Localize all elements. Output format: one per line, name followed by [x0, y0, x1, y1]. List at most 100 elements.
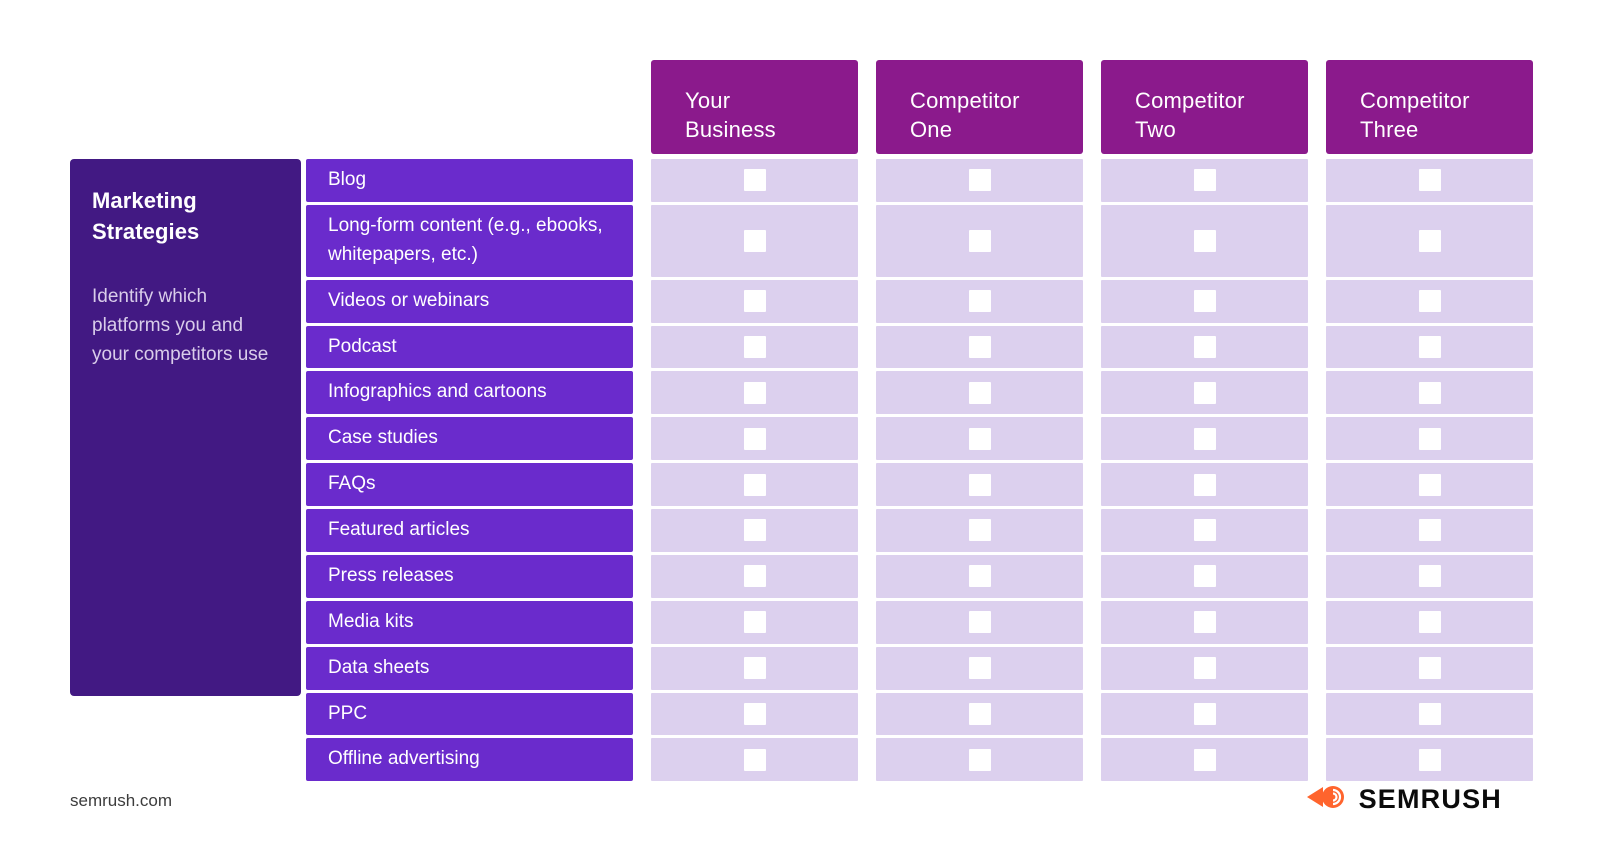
- checkbox-cell[interactable]: [1326, 509, 1533, 552]
- checkbox[interactable]: [1418, 657, 1441, 680]
- checkbox[interactable]: [1193, 657, 1216, 680]
- checkbox-cell[interactable]: [1101, 738, 1308, 782]
- checkbox-cell[interactable]: [651, 646, 858, 690]
- checkbox[interactable]: [743, 229, 766, 252]
- checkbox[interactable]: [1418, 169, 1441, 192]
- checkbox[interactable]: [743, 381, 766, 404]
- checkbox[interactable]: [743, 473, 766, 496]
- checkbox[interactable]: [1418, 748, 1441, 771]
- checkbox[interactable]: [1418, 565, 1441, 588]
- checkbox[interactable]: [968, 657, 991, 680]
- checkbox-cell[interactable]: [651, 279, 858, 323]
- checkbox-cell[interactable]: [876, 417, 1083, 461]
- checkbox[interactable]: [968, 335, 991, 358]
- checkbox-cell[interactable]: [876, 204, 1083, 277]
- checkbox-cell[interactable]: [876, 646, 1083, 690]
- checkbox[interactable]: [1418, 611, 1441, 634]
- checkbox-cell[interactable]: [1101, 279, 1308, 323]
- checkbox[interactable]: [743, 611, 766, 634]
- checkbox[interactable]: [743, 657, 766, 680]
- checkbox-cell[interactable]: [876, 509, 1083, 552]
- checkbox-cell[interactable]: [876, 554, 1083, 598]
- checkbox-cell[interactable]: [1326, 463, 1533, 506]
- checkbox-cell[interactable]: [651, 738, 858, 782]
- checkbox-cell[interactable]: [1101, 600, 1308, 644]
- checkbox[interactable]: [743, 427, 766, 450]
- checkbox[interactable]: [1418, 229, 1441, 252]
- checkbox[interactable]: [743, 169, 766, 192]
- checkbox[interactable]: [1193, 290, 1216, 313]
- checkbox-cell[interactable]: [1326, 646, 1533, 690]
- checkbox-cell[interactable]: [1101, 204, 1308, 277]
- checkbox-cell[interactable]: [1326, 204, 1533, 277]
- checkbox[interactable]: [968, 748, 991, 771]
- checkbox-cell[interactable]: [651, 204, 858, 277]
- checkbox-cell[interactable]: [651, 371, 858, 415]
- checkbox[interactable]: [1193, 335, 1216, 358]
- checkbox-cell[interactable]: [1101, 509, 1308, 552]
- checkbox[interactable]: [743, 702, 766, 725]
- checkbox[interactable]: [1193, 169, 1216, 192]
- checkbox[interactable]: [743, 519, 766, 542]
- checkbox[interactable]: [968, 229, 991, 252]
- checkbox[interactable]: [1193, 381, 1216, 404]
- checkbox[interactable]: [743, 748, 766, 771]
- checkbox[interactable]: [968, 519, 991, 542]
- checkbox[interactable]: [968, 169, 991, 192]
- checkbox-cell[interactable]: [1101, 554, 1308, 598]
- checkbox[interactable]: [1418, 519, 1441, 542]
- checkbox-cell[interactable]: [1326, 692, 1533, 736]
- checkbox-cell[interactable]: [1326, 159, 1533, 202]
- checkbox-cell[interactable]: [651, 692, 858, 736]
- checkbox[interactable]: [1193, 565, 1216, 588]
- checkbox-cell[interactable]: [1326, 738, 1533, 782]
- checkbox-cell[interactable]: [1101, 417, 1308, 461]
- checkbox[interactable]: [968, 290, 991, 313]
- checkbox[interactable]: [1193, 229, 1216, 252]
- checkbox-cell[interactable]: [1101, 325, 1308, 369]
- checkbox[interactable]: [1193, 427, 1216, 450]
- checkbox-cell[interactable]: [651, 509, 858, 552]
- checkbox[interactable]: [1418, 290, 1441, 313]
- checkbox-cell[interactable]: [651, 417, 858, 461]
- checkbox-cell[interactable]: [651, 554, 858, 598]
- checkbox[interactable]: [968, 381, 991, 404]
- checkbox-cell[interactable]: [1326, 554, 1533, 598]
- checkbox[interactable]: [968, 611, 991, 634]
- checkbox-cell[interactable]: [1101, 159, 1308, 202]
- checkbox[interactable]: [743, 335, 766, 358]
- checkbox-cell[interactable]: [1326, 417, 1533, 461]
- checkbox-cell[interactable]: [1101, 646, 1308, 690]
- checkbox[interactable]: [1193, 702, 1216, 725]
- checkbox-cell[interactable]: [1326, 279, 1533, 323]
- checkbox-cell[interactable]: [876, 600, 1083, 644]
- checkbox-cell[interactable]: [1101, 371, 1308, 415]
- checkbox-cell[interactable]: [651, 159, 858, 202]
- checkbox-cell[interactable]: [876, 463, 1083, 506]
- checkbox-cell[interactable]: [876, 692, 1083, 736]
- checkbox[interactable]: [1193, 748, 1216, 771]
- checkbox-cell[interactable]: [1326, 600, 1533, 644]
- checkbox-cell[interactable]: [651, 325, 858, 369]
- checkbox[interactable]: [1418, 427, 1441, 450]
- checkbox[interactable]: [1418, 702, 1441, 725]
- checkbox-cell[interactable]: [1326, 325, 1533, 369]
- checkbox-cell[interactable]: [1101, 463, 1308, 506]
- checkbox-cell[interactable]: [876, 371, 1083, 415]
- checkbox[interactable]: [1193, 519, 1216, 542]
- checkbox-cell[interactable]: [876, 279, 1083, 323]
- checkbox[interactable]: [1418, 335, 1441, 358]
- checkbox[interactable]: [1193, 611, 1216, 634]
- checkbox-cell[interactable]: [1101, 692, 1308, 736]
- checkbox[interactable]: [1193, 473, 1216, 496]
- checkbox-cell[interactable]: [651, 600, 858, 644]
- checkbox[interactable]: [968, 565, 991, 588]
- checkbox[interactable]: [1418, 381, 1441, 404]
- checkbox[interactable]: [1418, 473, 1441, 496]
- checkbox-cell[interactable]: [876, 738, 1083, 782]
- checkbox-cell[interactable]: [1326, 371, 1533, 415]
- checkbox-cell[interactable]: [876, 159, 1083, 202]
- checkbox[interactable]: [743, 290, 766, 313]
- checkbox[interactable]: [968, 702, 991, 725]
- checkbox-cell[interactable]: [651, 463, 858, 506]
